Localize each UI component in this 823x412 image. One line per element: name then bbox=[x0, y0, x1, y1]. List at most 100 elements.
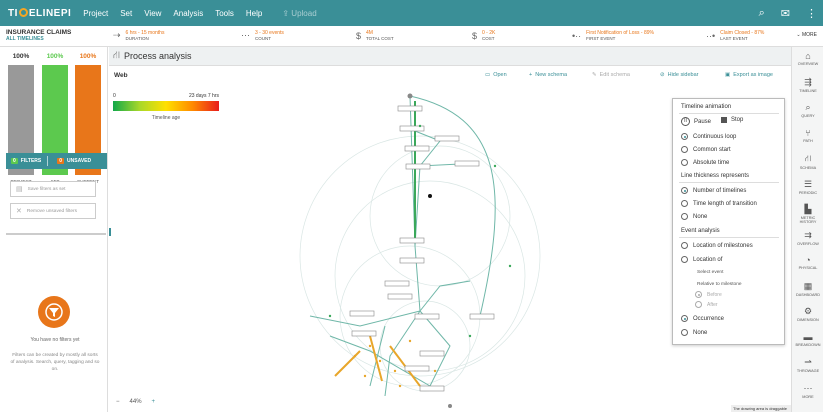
view-tab-web[interactable]: Web bbox=[114, 72, 128, 79]
tool-periodic[interactable]: ☰ PERIODIC bbox=[792, 179, 823, 195]
plus-icon: + bbox=[529, 72, 533, 78]
zoom-controls: − 44% + bbox=[116, 399, 165, 405]
tool-overflow-icon: ⇉ bbox=[804, 229, 812, 240]
tool-periodic-icon: ☰ bbox=[803, 178, 813, 189]
menu-help[interactable]: Help bbox=[246, 9, 262, 18]
tool-dashboard-icon: ▦ bbox=[803, 280, 813, 291]
search-icon[interactable]: ⌕ bbox=[759, 7, 765, 20]
unsaved-tab[interactable]: UNSAVED bbox=[67, 158, 91, 164]
tool-breakdown-icon: ▬ bbox=[803, 331, 813, 342]
tool-metric-history[interactable]: ▙ METRIC HISTORY bbox=[792, 204, 823, 224]
thickness-option-time[interactable]: Time length of transition bbox=[681, 200, 757, 207]
stat-duration[interactable]: ⇢ 6 hrs - 15 months DURATION bbox=[113, 30, 164, 41]
stop-icon bbox=[721, 117, 727, 123]
stat-total-cost[interactable]: $4M TOTAL COST bbox=[356, 30, 394, 41]
edit-schema-button[interactable]: ✎ Edit schema bbox=[592, 72, 630, 78]
pause-button[interactable]: II Pause bbox=[681, 117, 711, 126]
folder-icon: ▭ bbox=[485, 72, 491, 78]
loop-option-absolute[interactable]: Absolute time bbox=[681, 159, 729, 166]
tool-timeline[interactable]: ⇶ TIMELINE bbox=[792, 77, 823, 93]
export-image-button[interactable]: ▣ Export as image bbox=[725, 72, 773, 78]
pencil-icon: ✎ bbox=[592, 72, 597, 78]
chevron-down-icon: ⌄ bbox=[796, 32, 801, 38]
tool-schema-icon: ⛙ bbox=[804, 153, 812, 163]
dataset-selector[interactable]: INSURANCE CLAIMS ALL TIMELINES bbox=[6, 29, 71, 42]
event-option-occurrence[interactable]: Occurrence bbox=[681, 315, 724, 322]
tool-metric-history-icon: ▙ bbox=[804, 204, 812, 214]
app-logo[interactable]: TI ELINEPI bbox=[8, 7, 71, 19]
duration-icon: ⇢ bbox=[113, 30, 121, 40]
process-graph[interactable] bbox=[270, 86, 660, 412]
tool-query[interactable]: ⌕ QUERY bbox=[792, 102, 823, 118]
set-pct: 100% bbox=[46, 53, 64, 60]
stat-cost[interactable]: $0 - 2K COST bbox=[472, 30, 495, 41]
stats-bar: INSURANCE CLAIMS ALL TIMELINES ⇢ 6 hrs - … bbox=[0, 26, 823, 47]
right-toolbar: ⌂ OVERVIEW ⇶ TIMELINE ⌕ QUERY ⑂ PATH ⛙ SCHEMA ☰ PER… bbox=[791, 47, 823, 412]
left-panel: 100% 100% 100% PROJECT31,596 SET31,596 C… bbox=[0, 47, 108, 412]
view-header: ⛙ Process analysis bbox=[109, 47, 791, 66]
dollar-icon: $ bbox=[356, 30, 362, 41]
tool-throwage[interactable]: ⇀ THROWAGE bbox=[792, 357, 823, 373]
mail-icon[interactable]: ✉ bbox=[781, 7, 790, 20]
tool-throwage-icon: ⇀ bbox=[804, 357, 812, 367]
first-event-icon: •·· bbox=[572, 30, 582, 41]
timeline-animation-panel: Timeline animation II Pause Stop Continuo… bbox=[672, 98, 785, 345]
zoom-out-button[interactable]: − bbox=[116, 399, 120, 405]
menu-set[interactable]: Set bbox=[120, 9, 132, 18]
save-filters-button[interactable]: ▤ Save filters as set bbox=[10, 181, 96, 197]
more-stats-button[interactable]: ⌄ MORE bbox=[796, 32, 817, 38]
after-option[interactable]: After bbox=[695, 301, 718, 308]
event-option-none[interactable]: None bbox=[681, 329, 707, 336]
zoom-level: 44% bbox=[129, 399, 142, 405]
thickness-option-none[interactable]: None bbox=[681, 213, 707, 220]
stop-button[interactable]: Stop bbox=[721, 117, 743, 123]
more-vert-icon[interactable]: ⋮ bbox=[806, 7, 817, 20]
filters-count-badge: 0 bbox=[11, 158, 18, 164]
stat-count[interactable]: ⋯ 3 - 30 events COUNT bbox=[241, 30, 284, 41]
remove-filters-button[interactable]: ✕ Remove unsaved filters bbox=[10, 203, 96, 219]
tool-query-icon: ⌕ bbox=[805, 102, 811, 112]
tool-overflow[interactable]: ⇉ OVERFLOW bbox=[792, 230, 823, 246]
new-schema-button[interactable]: + New schema bbox=[529, 72, 567, 78]
tool-physical[interactable]: ◔ PHYSICAL bbox=[792, 255, 823, 270]
select-event-dropdown[interactable]: Select event bbox=[697, 270, 723, 275]
tool-breakdown[interactable]: ▬ BREAKDOWN bbox=[792, 332, 823, 347]
upload-button[interactable]: ⇪ Upload bbox=[282, 9, 316, 18]
eye-off-icon: ⊘ bbox=[660, 72, 665, 78]
event-option-location[interactable]: Location of bbox=[681, 256, 722, 263]
tool-path-icon: ⑂ bbox=[805, 127, 811, 138]
filter-tabs: 0 FILTERS 0 UNSAVED bbox=[6, 153, 107, 169]
thickness-option-count[interactable]: Number of timelines bbox=[681, 187, 746, 194]
view-toolbar: Web ▭ Open + New schema ✎ Edit schema ⊘ Hide… bbox=[109, 66, 791, 86]
stat-first-event[interactable]: •·· First Notification of Loss - 89% FIRST… bbox=[572, 30, 654, 41]
no-filters-description: Filters can be created by mostly all sor… bbox=[10, 353, 100, 372]
loop-option-common-start[interactable]: Common start bbox=[681, 146, 731, 153]
tool-dashboard[interactable]: ▦ DASHBOARD bbox=[792, 281, 823, 297]
last-event-icon: ··• bbox=[706, 30, 716, 41]
tool-more[interactable]: ⋯ MORE bbox=[792, 383, 823, 399]
dollar-icon: $ bbox=[472, 30, 478, 41]
legend-max: 23 days 7 hrs bbox=[188, 93, 219, 99]
menu-analysis[interactable]: Analysis bbox=[173, 9, 203, 18]
view-title: Process analysis bbox=[124, 51, 192, 61]
filters-tab[interactable]: FILTERS bbox=[21, 158, 41, 164]
hide-sidebar-button[interactable]: ⊘ Hide sidebar bbox=[660, 72, 699, 78]
thickness-title: Line thickness represents bbox=[681, 173, 750, 179]
open-button[interactable]: ▭ Open bbox=[485, 72, 507, 78]
panel-resize-handle[interactable] bbox=[109, 228, 111, 236]
menu-tools[interactable]: Tools bbox=[215, 9, 234, 18]
no-filters-title: You have no filters yet bbox=[30, 337, 80, 343]
tool-timeline-icon: ⇶ bbox=[804, 76, 812, 87]
menu-view[interactable]: View bbox=[144, 9, 161, 18]
event-option-milestones[interactable]: Location of milestones bbox=[681, 242, 753, 249]
tool-path[interactable]: ⑂ PATH bbox=[792, 128, 823, 143]
before-option[interactable]: Before bbox=[695, 291, 722, 298]
zoom-in-button[interactable]: + bbox=[152, 399, 156, 405]
image-icon: ▣ bbox=[725, 72, 731, 78]
loop-option-continuous[interactable]: Continuous loop bbox=[681, 133, 736, 140]
tool-dimension[interactable]: ⚙ DIMENSION bbox=[792, 306, 823, 322]
stat-last-event[interactable]: ··• Claim Closed - 87% LAST EVENT bbox=[706, 30, 764, 41]
menu-project[interactable]: Project bbox=[83, 9, 108, 18]
tool-schema[interactable]: ⛙ SCHEMA bbox=[792, 153, 823, 170]
tool-overview[interactable]: ⌂ OVERVIEW bbox=[792, 51, 823, 66]
